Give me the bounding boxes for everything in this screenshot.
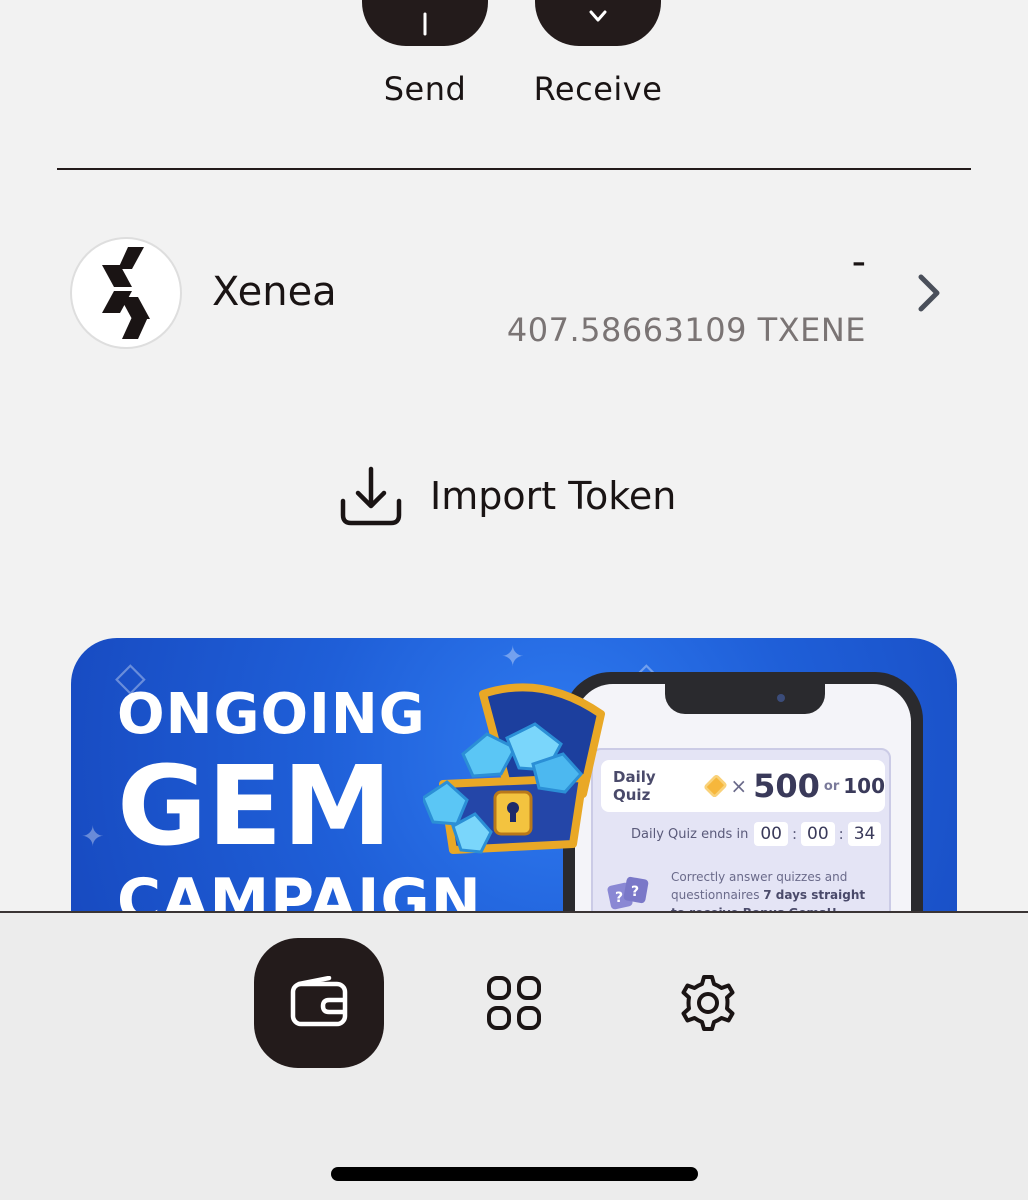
send-button[interactable] [362,0,488,46]
phone-notch [665,684,825,714]
gear-icon [681,975,735,1031]
arrow-up-icon [423,12,427,36]
nav-settings-tab[interactable] [643,938,773,1068]
timer-sep: : [838,825,844,843]
timer-minutes: 00 [801,822,835,846]
timer-sep: : [791,825,798,843]
sparkle-icon: ✦ [501,640,525,673]
nav-wallet-tab[interactable] [254,938,384,1068]
arrow-down-icon [589,10,607,22]
receive-label: Receive [533,70,663,108]
send-label: Send [383,70,467,108]
quiz-timer: Daily Quiz ends in 00 : 00 : 34 [631,822,882,846]
import-token-label: Import Token [430,474,677,518]
apps-grid-icon [487,976,541,1030]
quiz-label: Daily Quiz [613,768,656,804]
chevron-right-icon [918,274,940,312]
svg-text:?: ? [631,884,639,900]
quiz-header: Daily Quiz × 500 or 100 [601,760,885,812]
sparkle-icon: ✦ [81,820,105,853]
timer-label: Daily Quiz ends in [631,826,749,842]
token-fiat-value: - [851,239,866,285]
banner-title-line1: ONGOING [117,682,426,747]
quiz-or: or [823,778,840,794]
gem-icon [702,773,728,799]
nav-apps-tab[interactable] [449,938,579,1068]
quiz-small-value: 100 [843,774,885,798]
divider [57,168,971,170]
bottom-nav [0,911,1028,1200]
wallet-icon [290,976,348,1027]
home-indicator [331,1167,698,1181]
question-cards-icon: ? ? [607,876,649,910]
multiply-sign: × [730,774,748,798]
import-token-button[interactable]: Import Token [338,458,676,534]
receive-button[interactable] [535,0,661,46]
token-name: Xenea [212,269,337,315]
token-row-xenea[interactable]: Xenea - 407.58663109 TXENE [57,225,971,361]
timer-hours: 00 [754,822,788,846]
xenea-logo-icon [70,237,182,349]
timer-seconds: 34 [847,822,882,846]
banner-title-line2: GEM [117,742,392,870]
quiz-big-value: 500 [753,767,820,805]
download-icon [340,466,402,526]
svg-text:?: ? [615,890,623,906]
token-amount: 407.58663109 TXENE [506,311,866,349]
wallet-screen: Send Receive Xenea - 407.58663109 TXENE … [0,0,1028,1200]
treasure-chest-icon [423,683,605,854]
